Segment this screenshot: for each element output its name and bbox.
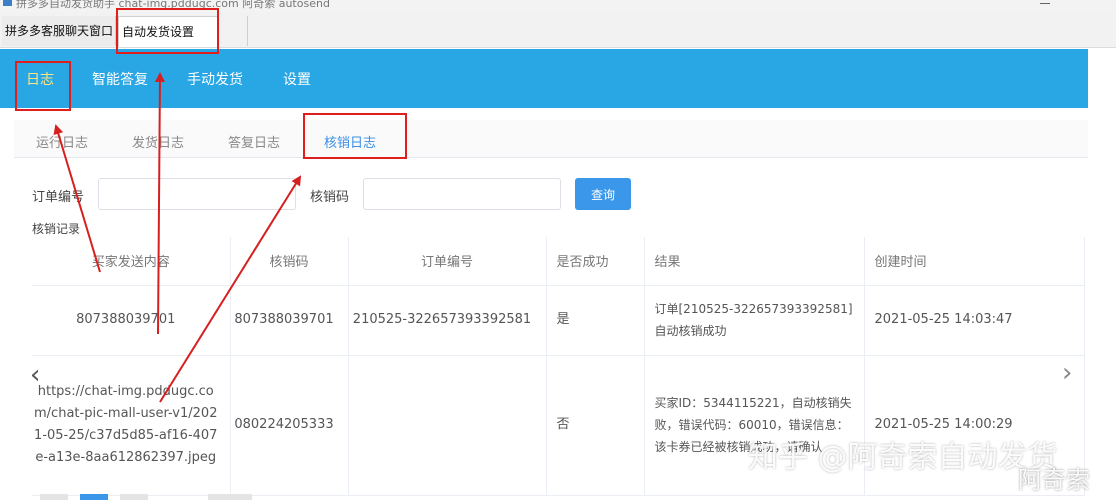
annotation-arrows bbox=[53, 72, 302, 403]
annotation-arrow-to-redeem-tab bbox=[159, 175, 302, 403]
brand-watermark: 阿奇索 bbox=[1018, 466, 1090, 494]
zhihu-watermark: 知乎 @阿奇索自动发货 bbox=[748, 440, 1058, 475]
annotation-arrow-to-log bbox=[53, 124, 101, 273]
annotation-arrow-to-settings-tab bbox=[154, 72, 165, 335]
